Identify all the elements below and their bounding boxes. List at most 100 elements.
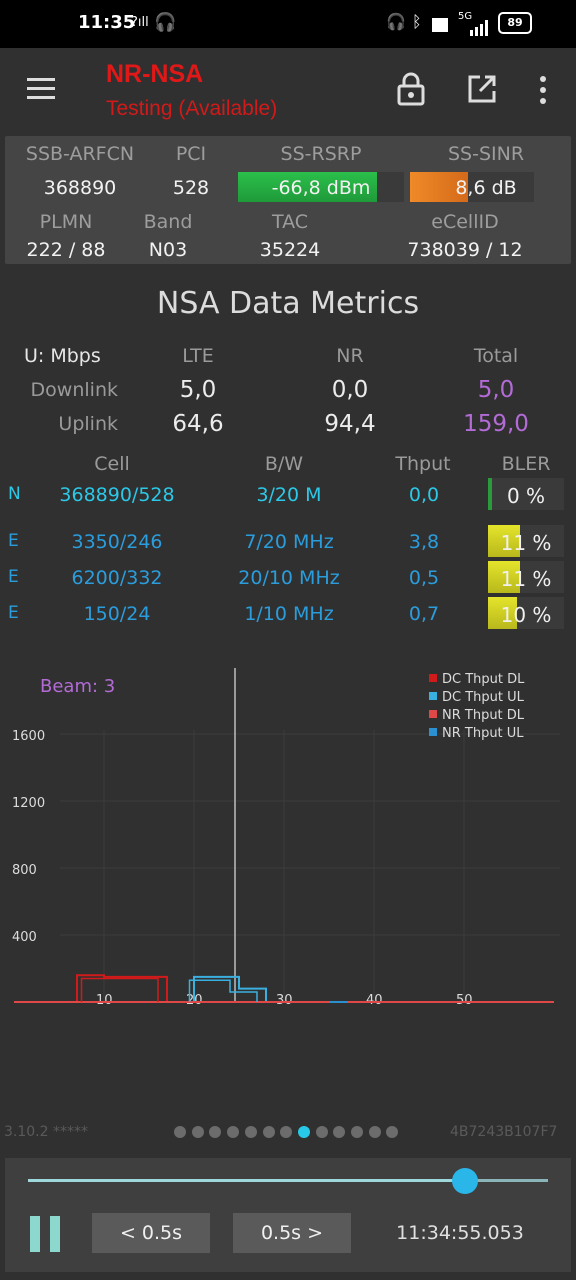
- page-dot[interactable]: [315, 1126, 328, 1138]
- headphones-icon: 🎧: [154, 12, 177, 33]
- arfcn-value: 368890: [43, 177, 117, 199]
- y-tick-label: 1600: [12, 729, 45, 744]
- ecellid-header: eCellID: [431, 211, 499, 233]
- arfcn-header: SSB-ARFCN: [25, 143, 135, 165]
- seek-thumb[interactable]: [451, 1168, 478, 1194]
- band-value: N03: [148, 239, 188, 261]
- pci-header: PCI: [175, 143, 207, 165]
- cell-row-type: E: [8, 603, 19, 623]
- dl-total: 5,0: [477, 377, 515, 403]
- ul-total: 159,0: [463, 411, 529, 437]
- ul-lte: 64,6: [172, 411, 224, 437]
- legend-label: DC Thput UL: [442, 690, 525, 705]
- dl-nr: 0,0: [331, 377, 369, 403]
- beam-annotation: Beam: 3: [40, 676, 115, 697]
- more-options-icon[interactable]: [533, 74, 553, 106]
- ul-nr: 94,4: [324, 411, 376, 437]
- x-tick-label: 50: [456, 993, 473, 1008]
- tac-header: TAC: [271, 211, 309, 233]
- x-tick-label: 40: [366, 993, 383, 1008]
- pause-icon[interactable]: [30, 1216, 60, 1252]
- sinr-value: 8,6 dB: [455, 177, 517, 199]
- cell-row-bler: 11 %: [500, 567, 552, 591]
- series-line-step: [80, 977, 159, 1002]
- cell-row-type: E: [8, 531, 19, 551]
- rsrp-value: -66,8 dBm: [271, 177, 371, 199]
- page-dot[interactable]: [351, 1126, 363, 1138]
- page-dot[interactable]: [209, 1126, 222, 1138]
- thput-col-header: Thput: [395, 453, 451, 475]
- cell-row-thput: 0,0: [408, 484, 440, 506]
- cell-row-bw: 7/20 MHz: [244, 531, 334, 553]
- cell-row-type: N: [8, 484, 21, 504]
- total-header: Total: [473, 345, 519, 367]
- page-dot[interactable]: [297, 1126, 310, 1138]
- page-dot[interactable]: [280, 1126, 293, 1138]
- lock-icon[interactable]: [397, 72, 425, 106]
- step-back-button[interactable]: < 0.5s: [92, 1213, 210, 1253]
- cell-row-bw: 20/10 MHz: [238, 567, 340, 589]
- legend-swatch: [429, 674, 437, 682]
- page-dot[interactable]: [227, 1126, 240, 1138]
- legend-swatch: [429, 728, 437, 736]
- downlink-label: Downlink: [30, 379, 118, 401]
- battery-icon: 89: [498, 12, 532, 34]
- page-dot[interactable]: [386, 1126, 399, 1138]
- plmn-value: 222 / 88: [26, 239, 106, 261]
- y-tick-label: 400: [12, 930, 37, 945]
- page-dot[interactable]: [262, 1126, 275, 1138]
- page-dot[interactable]: [191, 1126, 204, 1138]
- cell-row-thput: 3,8: [408, 531, 440, 553]
- bw-col-header: B/W: [264, 453, 304, 475]
- app-subtitle: Testing (Available): [106, 97, 278, 120]
- dl-lte: 5,0: [179, 377, 217, 403]
- legend-swatch: [429, 710, 437, 718]
- page-dot[interactable]: [244, 1126, 257, 1138]
- cell-row-bw: 1/10 MHz: [244, 603, 334, 625]
- cell-row-id: 150/24: [83, 603, 151, 625]
- bler-col-header: BLER: [501, 453, 551, 475]
- page-dot[interactable]: [368, 1126, 381, 1138]
- cell-row-id: 6200/332: [71, 567, 163, 589]
- legend-label: DC Thput DL: [442, 672, 525, 687]
- rsrp-header: SS-RSRP: [280, 143, 362, 165]
- status-bar: 11:35 ?ıll 🎧 🎧 ᛒ 5G 89: [0, 0, 576, 48]
- legend-swatch: [429, 692, 437, 700]
- step-forward-button[interactable]: 0.5s >: [233, 1213, 351, 1253]
- cell-row-bler: 11 %: [500, 531, 552, 555]
- uplink-label: Uplink: [58, 413, 118, 435]
- cell-row-id: 3350/246: [71, 531, 163, 553]
- metrics-title: NSA Data Metrics: [156, 286, 420, 321]
- cell-row-bw: 3/20 M: [256, 484, 322, 506]
- legend-label: NR Thput DL: [442, 708, 525, 723]
- x-tick-label: 30: [276, 993, 293, 1008]
- cell-row-bler: 0 %: [506, 484, 546, 508]
- cell-row-bler: 10 %: [500, 603, 552, 627]
- device-id-label: 4B7243B107F7: [450, 1124, 558, 1140]
- lte-header: LTE: [182, 345, 214, 367]
- sinr-header: SS-SINR: [447, 143, 525, 165]
- playback-timestamp: 11:34:55.053: [396, 1222, 524, 1244]
- legend-label: NR Thput UL: [442, 726, 524, 741]
- nr-header: NR: [336, 345, 364, 367]
- y-tick-label: 800: [12, 863, 37, 878]
- plmn-header: PLMN: [39, 211, 93, 233]
- open-external-icon[interactable]: [467, 74, 497, 104]
- menu-icon[interactable]: [20, 70, 62, 106]
- unit-label: U: Mbps: [24, 345, 101, 367]
- status-time: 11:35: [78, 12, 136, 33]
- throughput-chart: 4008001200160010 20 30 40 50Beam: 3 DC Thput …: [12, 668, 560, 1008]
- cell-row-thput: 0,5: [408, 567, 440, 589]
- cell-row-thput: 0,7: [408, 603, 440, 625]
- headset-icon: 🎧: [386, 12, 406, 31]
- cell-col-header: Cell: [94, 453, 130, 475]
- cell-row-id: 368890/528: [59, 484, 175, 506]
- ecellid-value: 738039 / 12: [407, 239, 523, 261]
- bluetooth-icon: ᛒ: [412, 12, 422, 31]
- page-dot[interactable]: [333, 1126, 346, 1138]
- app-bar: [0, 48, 576, 132]
- page-dot[interactable]: [174, 1126, 186, 1138]
- band-header: Band: [143, 211, 193, 233]
- signal-small-icon: ?ıll: [131, 15, 149, 30]
- pci-value: 528: [172, 177, 210, 199]
